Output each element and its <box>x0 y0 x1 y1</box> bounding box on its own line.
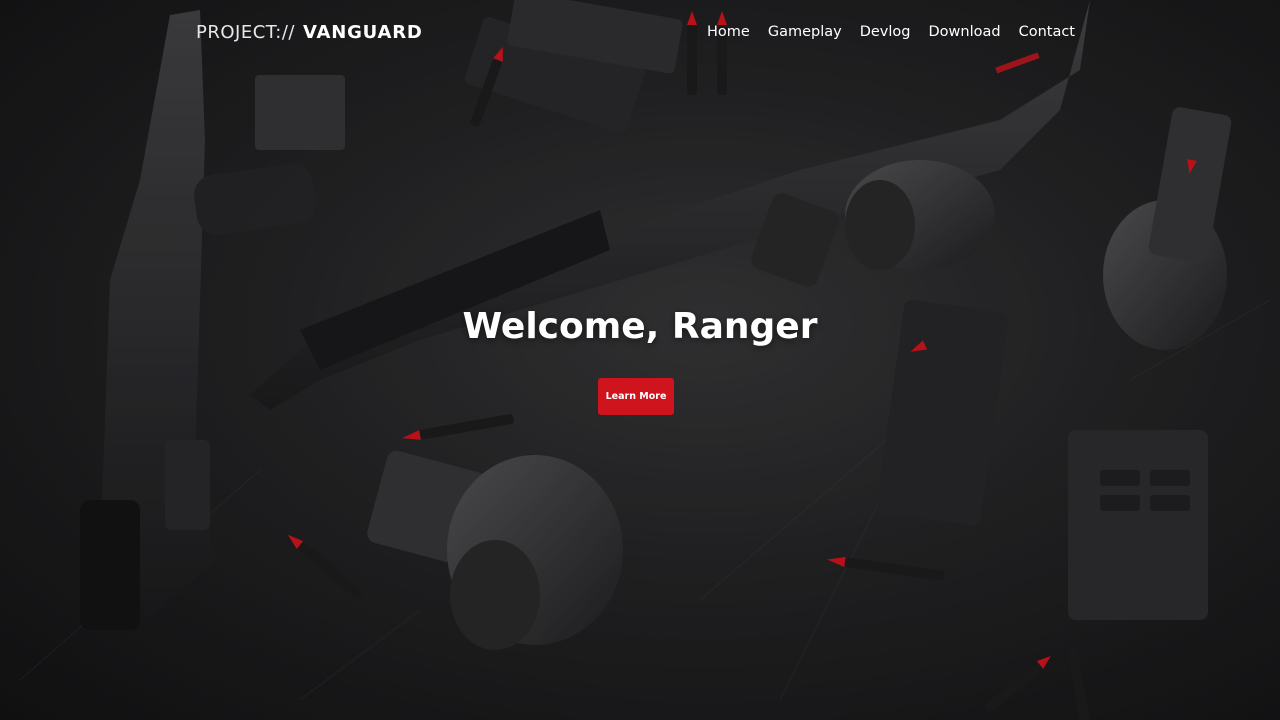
nav-link-contact[interactable]: Contact <box>1019 24 1075 40</box>
site-header: PROJECT:// VANGUARD Home Gameplay Devlog… <box>0 0 1280 68</box>
nav-link-download[interactable]: Download <box>929 24 1001 40</box>
nav-link-home[interactable]: Home <box>707 24 750 40</box>
hero-overlay <box>0 0 1280 720</box>
learn-more-button[interactable]: Learn More <box>598 378 674 415</box>
site-logo[interactable]: PROJECT:// VANGUARD <box>196 22 423 46</box>
hero-content: Welcome, Ranger <box>0 306 1280 347</box>
hero-headline: Welcome, Ranger <box>462 306 818 347</box>
nav-link-gameplay[interactable]: Gameplay <box>768 24 842 40</box>
hero-section: PROJECT:// VANGUARD Home Gameplay Devlog… <box>0 0 1280 720</box>
logo-name: VANGUARD <box>303 22 423 43</box>
nav-link-devlog[interactable]: Devlog <box>860 24 911 40</box>
main-nav: Home Gameplay Devlog Download Contact <box>707 24 1075 40</box>
logo-prefix: PROJECT:// <box>196 22 295 43</box>
